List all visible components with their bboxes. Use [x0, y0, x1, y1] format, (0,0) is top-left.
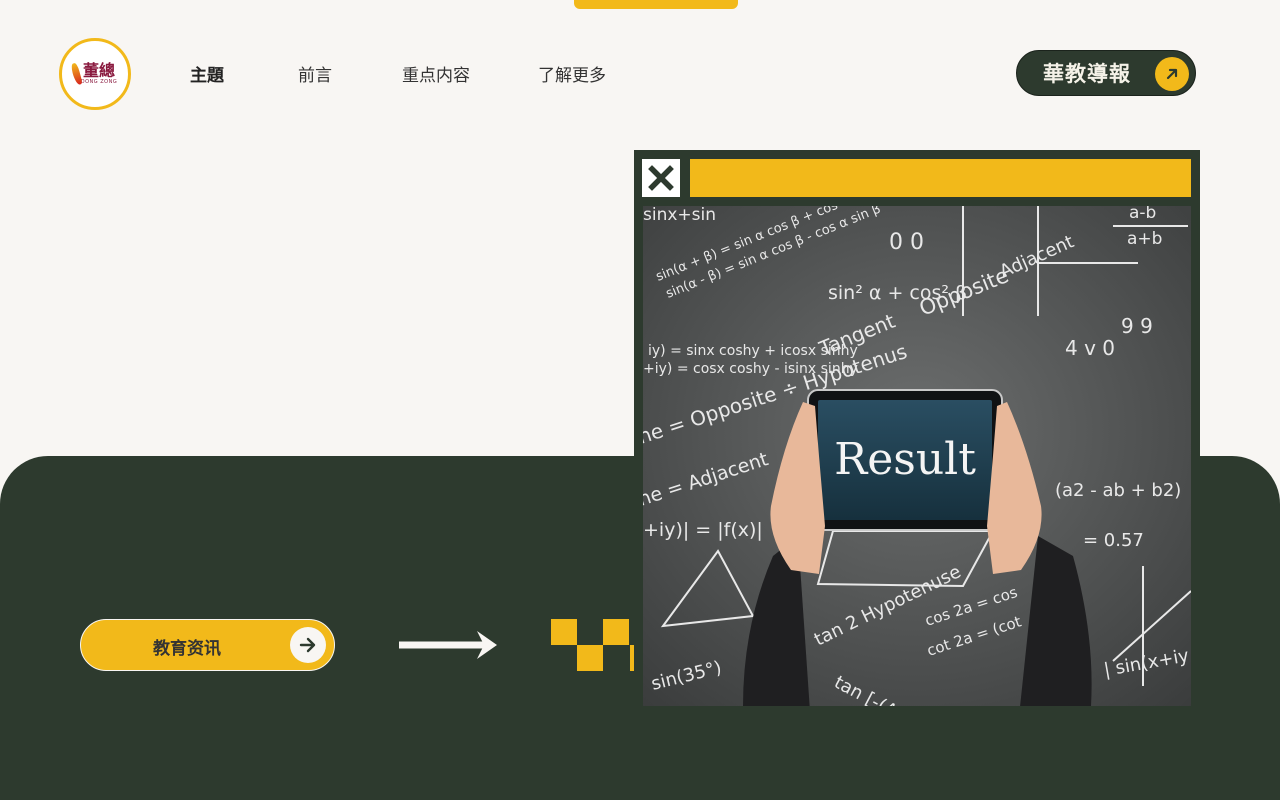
tablet-result-text: Result [834, 434, 976, 485]
board-text: a-b [1129, 206, 1156, 223]
board-text: = 0.57 [1083, 530, 1144, 551]
board-text: 4 v 0 [1065, 336, 1115, 360]
board-text: a+b [1127, 229, 1162, 249]
result-chalkboard-image: sinx+sin a-b a+b sin² α + cos² β Opposit… [643, 206, 1191, 706]
board-text: 9 9 [1121, 314, 1153, 338]
board-text: +iy)| = |f(x)| [643, 519, 763, 541]
arrow-right-icon [290, 627, 326, 663]
board-text: iy) = sinx coshy + icosx sinhy [648, 343, 858, 359]
nav-item-learn-more[interactable]: 了解更多 [538, 61, 606, 86]
long-arrow-icon [399, 631, 497, 659]
logo-cn-text: 董總 [82, 61, 115, 80]
nav-item-topic[interactable]: 主題 [190, 61, 224, 86]
top-tab [574, 0, 738, 9]
logo-en-text: DONG ZONG [80, 79, 118, 85]
image-window: sinx+sin a-b a+b sin² α + cos² β Opposit… [634, 150, 1200, 707]
education-news-button[interactable]: 教育资讯 [80, 619, 335, 671]
education-news-label: 教育资讯 [153, 639, 221, 659]
arrow-up-right-icon [1155, 57, 1189, 91]
board-text: sinx+sin [643, 206, 716, 225]
huajiao-daobao-button[interactable]: 華教導報 [1016, 50, 1196, 96]
board-text: (a2 - ab + b2) [1055, 480, 1181, 501]
close-icon[interactable] [642, 159, 680, 197]
board-text: 0 0 [889, 230, 924, 255]
nav-item-key-content[interactable]: 重点内容 [402, 61, 470, 86]
window-title-bar [690, 159, 1191, 197]
huajiao-daobao-label: 華教導報 [1043, 61, 1131, 86]
logo-mark: 董總 DONG ZONG [70, 61, 118, 86]
nav-item-preface[interactable]: 前言 [298, 61, 332, 86]
dongzong-logo[interactable]: 董總 DONG ZONG [59, 38, 131, 110]
